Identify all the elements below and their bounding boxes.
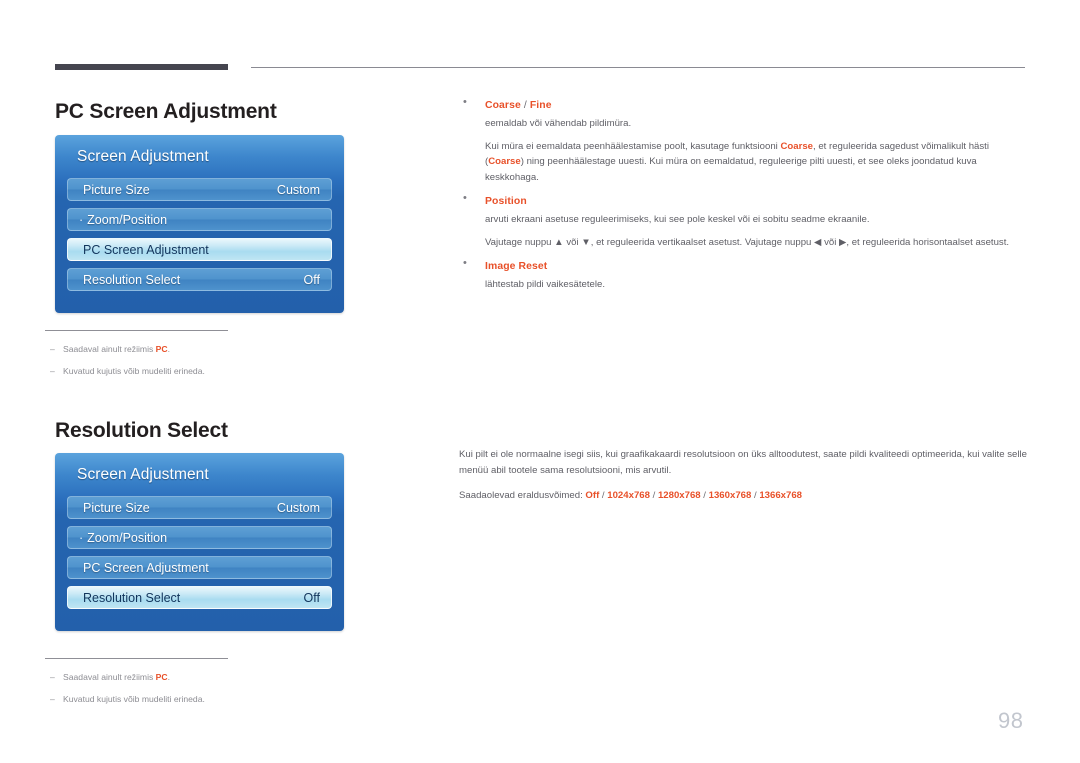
- resolution-value: 1280x768: [657, 490, 701, 501]
- footnote-text: Kuvatud kujutis võib mudeliti erineda.: [63, 366, 205, 376]
- resolution-value: Off: [585, 490, 600, 501]
- osd-row-label: Zoom/Position: [87, 212, 168, 227]
- footnote-strong: PC: [155, 344, 168, 354]
- osd-row-value: Custom: [276, 182, 320, 197]
- footnote-text-post: .: [167, 344, 171, 354]
- page-number: 98: [998, 708, 1024, 733]
- bullet-position: Position arvuti ekraani asetuse reguleer…: [459, 192, 1027, 250]
- header-rule-thin: [251, 67, 1025, 68]
- osd-row-resolution-select[interactable]: Resolution Select Off: [67, 268, 332, 291]
- osd-row-label: Picture Size: [83, 182, 150, 197]
- osd-row-zoom-position[interactable]: · Zoom/Position: [67, 526, 332, 549]
- resolution-value: 1366x768: [759, 490, 803, 501]
- osd-row-label: Resolution Select: [83, 272, 181, 287]
- osd-row-label: PC Screen Adjustment: [83, 242, 209, 257]
- manual-page: PC Screen Adjustment Screen Adjustment P…: [0, 0, 1080, 763]
- osd-row-value: Off: [303, 590, 320, 605]
- osd-row-bullet: ·: [79, 212, 84, 227]
- resolution-separator: /: [700, 490, 709, 501]
- description-column: Coarse / Fine eemaldab või vähendab pild…: [459, 96, 1027, 295]
- osd-panel-title: Screen Adjustment: [77, 466, 209, 483]
- header-rule-thick: [55, 64, 228, 70]
- osd-row-resolution-select[interactable]: Resolution Select Off: [67, 586, 332, 609]
- resolution-description-block: Kui pilt ei ole normaalne isegi siis, ku…: [459, 447, 1033, 514]
- osd-row-label: Zoom/Position: [87, 530, 168, 545]
- section-heading-resolution-select: Resolution Select: [55, 419, 228, 442]
- resolution-list-label: Saadaolevad eraldusvõimed:: [459, 490, 586, 501]
- footnote-item: Kuvatud kujutis võib mudeliti erineda.: [45, 692, 345, 706]
- inline-term-coarse: Coarse: [488, 156, 521, 167]
- osd-row-picture-size[interactable]: Picture Size Custom: [67, 178, 332, 201]
- footnote-item: Saadaval ainult režiimis PC.: [45, 342, 345, 356]
- footnote-text: Saadaval ainult režiimis: [63, 672, 156, 682]
- resolution-list-values: Off / 1024x768 / 1280x768 / 1360x768 / 1…: [585, 490, 802, 501]
- osd-row-label: Picture Size: [83, 500, 150, 515]
- bullet-paragraph: lähtestab pildi vaikesätetele.: [485, 279, 605, 290]
- footnote-text-post: .: [167, 672, 171, 682]
- bullet-image-reset: Image Reset lähtestab pildi vaikesätetel…: [459, 257, 1027, 293]
- bullet-title: Coarse / Fine: [485, 98, 1027, 113]
- bullet-title-main: Coarse: [485, 100, 521, 111]
- osd-row-pc-screen-adjustment[interactable]: PC Screen Adjustment: [67, 556, 332, 579]
- bullet-title-second: Fine: [529, 100, 552, 111]
- bullet-coarse-fine: Coarse / Fine eemaldab või vähendab pild…: [459, 96, 1027, 185]
- resolution-value: 1360x768: [708, 490, 752, 501]
- resolution-value: 1024x768: [607, 490, 650, 501]
- resolution-separator: /: [649, 490, 658, 501]
- osd-panel-title: Screen Adjustment: [77, 148, 209, 165]
- footnote-block-b: Saadaval ainult režiimis PC. Kuvatud kuj…: [45, 658, 345, 714]
- bullet-paragraph: arvuti ekraani asetuse reguleerimiseks, …: [485, 214, 870, 225]
- osd-row-bullet: ·: [79, 530, 84, 545]
- bullet-paragraph: Kui müra ei eemaldata peenhäälestamise p…: [485, 140, 989, 183]
- inline-term-coarse: Coarse: [780, 140, 813, 152]
- bullet-paragraph: eemaldab või vähendab pildimüra.: [485, 118, 632, 129]
- resolution-list-line: Saadaolevad eraldusvõimed: Off / 1024x76…: [459, 488, 1033, 504]
- osd-panel-pc-screen-adjustment: Screen Adjustment Picture Size Custom · …: [55, 135, 344, 313]
- osd-row-label: Resolution Select: [83, 590, 181, 605]
- osd-row-zoom-position[interactable]: · Zoom/Position: [67, 208, 332, 231]
- footnote-item: Kuvatud kujutis võib mudeliti erineda.: [45, 364, 345, 378]
- section-heading-pc-screen-adjustment: PC Screen Adjustment: [55, 100, 277, 123]
- bullet-title: Position: [485, 196, 527, 207]
- footnote-block-a: Saadaval ainult režiimis PC. Kuvatud kuj…: [45, 330, 345, 386]
- footnote-divider: [45, 330, 228, 331]
- resolution-paragraph: Kui pilt ei ole normaalne isegi siis, ku…: [459, 449, 1027, 476]
- osd-row-picture-size[interactable]: Picture Size Custom: [67, 496, 332, 519]
- bullet-paragraph: Vajutage nuppu ▲ või ▼, et reguleerida v…: [485, 236, 1010, 248]
- footnote-text: Kuvatud kujutis võib mudeliti erineda.: [63, 694, 205, 704]
- osd-row-value: Off: [303, 272, 320, 287]
- bullet-title: Image Reset: [485, 261, 548, 272]
- osd-row-value: Custom: [276, 500, 320, 515]
- osd-row-label: PC Screen Adjustment: [83, 560, 209, 575]
- bullet-title-separator: /: [520, 100, 530, 111]
- osd-panel-resolution-select: Screen Adjustment Picture Size Custom · …: [55, 453, 344, 631]
- footnote-item: Saadaval ainult režiimis PC.: [45, 670, 345, 684]
- footnote-divider: [45, 658, 228, 659]
- footnote-strong: PC: [155, 672, 168, 682]
- footnote-text: Saadaval ainult režiimis: [63, 344, 156, 354]
- osd-row-pc-screen-adjustment[interactable]: PC Screen Adjustment: [67, 238, 332, 261]
